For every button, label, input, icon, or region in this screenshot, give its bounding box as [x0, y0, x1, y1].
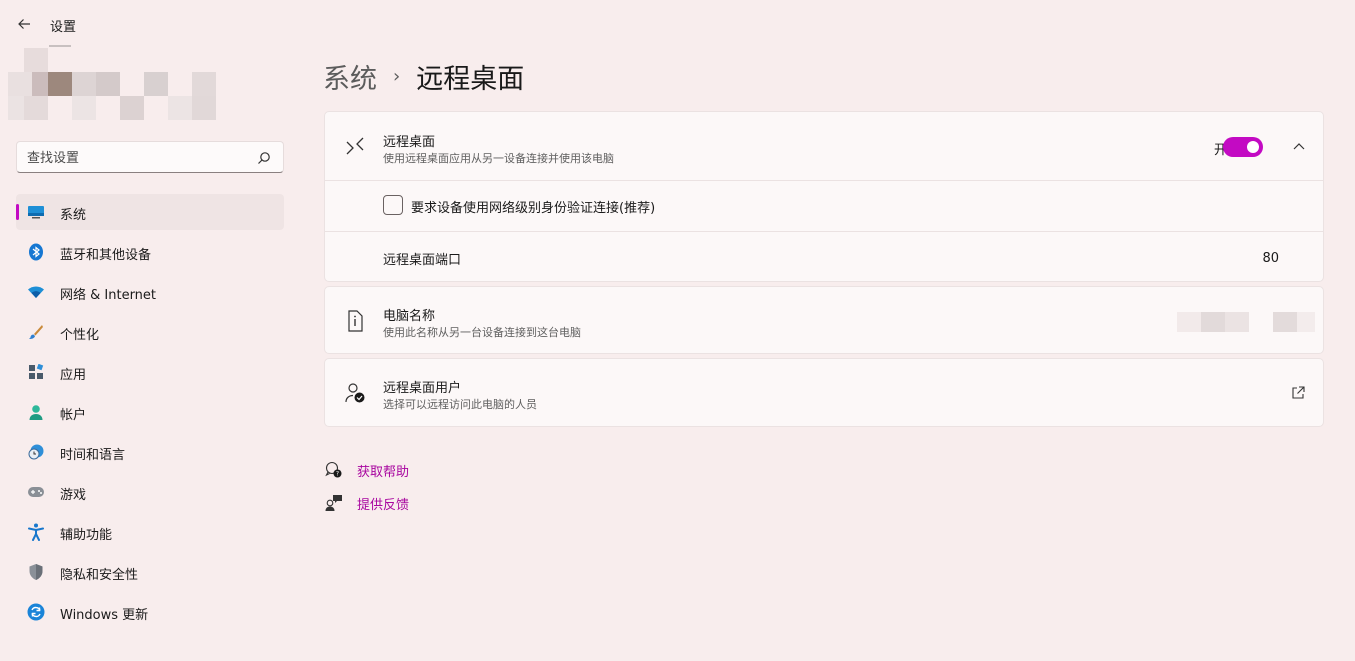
sidebar-item-windows-update[interactable]: Windows 更新 — [16, 594, 284, 630]
get-help-link[interactable]: ? 获取帮助 — [324, 460, 409, 480]
search-box[interactable] — [16, 141, 284, 173]
sidebar-item-accounts[interactable]: 帐户 — [16, 394, 284, 430]
breadcrumb-parent[interactable]: 系统 — [323, 57, 377, 96]
breadcrumb: 系统 › 远程桌面 — [323, 57, 524, 96]
sidebar-item-label: 个性化 — [60, 328, 100, 343]
toggle-knob — [1247, 141, 1259, 153]
sidebar-item-system[interactable]: 系统 — [16, 194, 284, 230]
sidebar-item-privacy[interactable]: 隐私和安全性 — [16, 554, 284, 590]
open-external-icon[interactable] — [1291, 385, 1307, 401]
bluetooth-icon — [26, 242, 46, 262]
sidebar-item-label: 游戏 — [60, 488, 87, 503]
chevron-up-icon[interactable] — [1291, 138, 1307, 154]
app-title: 设置 — [50, 20, 77, 35]
get-help-label[interactable]: 获取帮助 — [357, 461, 409, 480]
shield-icon — [26, 562, 46, 582]
pc-name-subtitle: 使用此名称从另一台设备连接到这台电脑 — [383, 326, 581, 339]
help-chat-icon: ? — [324, 460, 344, 480]
brush-icon — [26, 322, 46, 342]
user-profile-blurred[interactable] — [8, 48, 218, 120]
rd-users-title: 远程桌面用户 — [383, 381, 462, 396]
port-value: 80 — [1262, 251, 1279, 266]
user-check-icon — [343, 381, 367, 405]
sidebar-item-label: 时间和语言 — [60, 448, 126, 463]
search-icon[interactable] — [257, 150, 271, 169]
feedback-icon — [324, 493, 344, 513]
remote-desktop-header-row[interactable]: 远程桌面 使用远程桌面应用从另一设备连接并使用该电脑 开 — [325, 112, 1323, 180]
sidebar-item-accessibility[interactable]: 辅助功能 — [16, 514, 284, 550]
sidebar-item-label: 帐户 — [60, 408, 87, 423]
rd-users-subtitle: 选择可以远程访问此电脑的人员 — [383, 398, 537, 411]
remote-desktop-toggle[interactable] — [1223, 137, 1263, 157]
update-icon — [26, 602, 46, 622]
give-feedback-link[interactable]: 提供反馈 — [324, 493, 409, 513]
give-feedback-label[interactable]: 提供反馈 — [357, 494, 409, 513]
sidebar-item-label: 网络 & Internet — [60, 288, 157, 303]
wifi-icon — [26, 282, 46, 302]
nla-checkbox[interactable] — [383, 195, 403, 215]
sidebar-item-bluetooth[interactable]: 蓝牙和其他设备 — [16, 234, 284, 270]
title-underline — [49, 45, 71, 47]
nla-checkbox-label[interactable]: 要求设备使用网络级别身份验证连接(推荐) — [411, 197, 655, 216]
breadcrumb-separator: › — [393, 66, 401, 87]
title-bar: 设置 — [0, 0, 1355, 47]
apps-icon — [26, 362, 46, 382]
back-button[interactable] — [12, 12, 36, 36]
sidebar-item-label: 辅助功能 — [60, 528, 113, 543]
account-icon — [26, 402, 46, 422]
remote-desktop-users-row[interactable]: 远程桌面用户 选择可以远程访问此电脑的人员 — [325, 359, 1323, 426]
pc-name-card: 电脑名称 使用此名称从另一台设备连接到这台电脑 — [324, 286, 1324, 354]
sidebar-item-label: 系统 — [60, 208, 87, 223]
remote-desktop-icon — [343, 134, 367, 158]
sidebar-item-network[interactable]: 网络 & Internet — [16, 274, 284, 310]
search-input[interactable] — [27, 148, 247, 168]
sidebar-item-personalization[interactable]: 个性化 — [16, 314, 284, 350]
clock-globe-icon — [26, 442, 46, 462]
nla-row: 要求设备使用网络级别身份验证连接(推荐) — [325, 181, 1323, 231]
port-row: 远程桌面端口 80 — [325, 232, 1323, 282]
sidebar-item-gaming[interactable]: 游戏 — [16, 474, 284, 510]
monitor-icon — [26, 202, 46, 222]
remote-desktop-title: 远程桌面 — [383, 135, 436, 150]
svg-text:?: ? — [336, 471, 339, 478]
pc-info-icon — [343, 309, 367, 333]
sidebar-item-label: Windows 更新 — [60, 608, 149, 623]
remote-desktop-subtitle: 使用远程桌面应用从另一设备连接并使用该电脑 — [383, 152, 614, 165]
sidebar-item-label: 蓝牙和其他设备 — [60, 248, 152, 263]
remote-desktop-users-card[interactable]: 远程桌面用户 选择可以远程访问此电脑的人员 — [324, 358, 1324, 427]
pc-name-row: 电脑名称 使用此名称从另一台设备连接到这台电脑 — [325, 287, 1323, 353]
sidebar-item-apps[interactable]: 应用 — [16, 354, 284, 390]
sidebar-item-label: 隐私和安全性 — [60, 568, 139, 583]
active-indicator — [16, 204, 19, 220]
pc-name-title: 电脑名称 — [383, 309, 436, 324]
accessibility-icon — [26, 522, 46, 542]
gamepad-icon — [26, 482, 46, 502]
port-label: 远程桌面端口 — [383, 253, 462, 268]
remote-desktop-card: 远程桌面 使用远程桌面应用从另一设备连接并使用该电脑 开 要求设备使用网络级别身… — [324, 111, 1324, 282]
page-title: 远程桌面 — [416, 64, 525, 95]
sidebar-nav: 系统 蓝牙和其他设备 网络 & Internet 个性化 应用 帐户 时间和语言… — [16, 194, 284, 634]
sidebar-item-time-language[interactable]: 时间和语言 — [16, 434, 284, 470]
sidebar-item-label: 应用 — [60, 368, 87, 383]
back-arrow-icon — [18, 19, 30, 29]
